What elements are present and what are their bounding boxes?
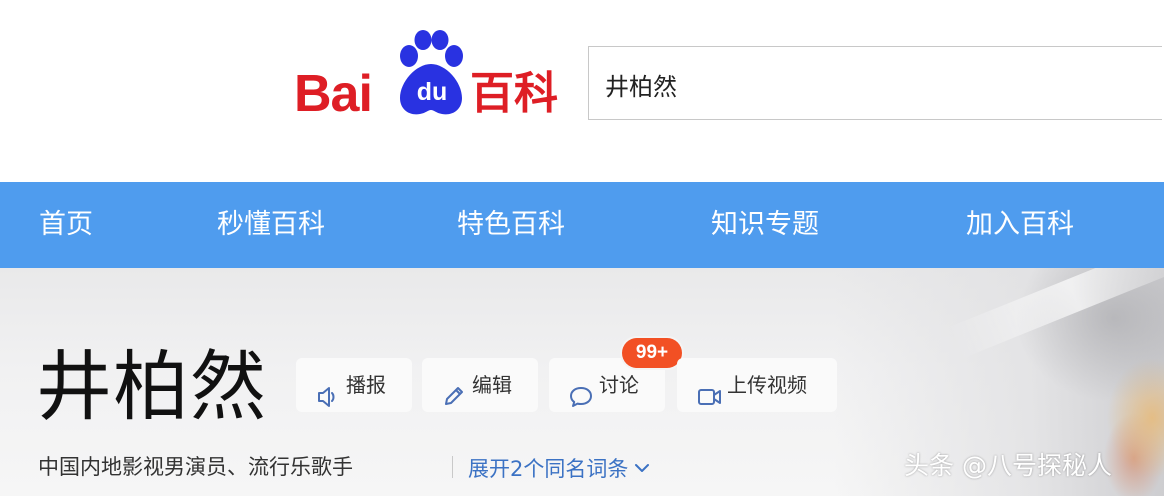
upload-video-label: 上传视频: [727, 373, 807, 397]
entry-title: 井柏然: [36, 342, 267, 431]
broadcast-button[interactable]: 播报: [296, 358, 412, 412]
nav-item-join[interactable]: 加入百科: [966, 182, 1074, 268]
description-divider: [452, 456, 453, 478]
logo-du-text: du: [416, 78, 448, 106]
video-camera-icon: [697, 374, 721, 405]
expand-homonyms-link[interactable]: 展开2个同名词条: [468, 452, 650, 484]
edit-button[interactable]: 编辑: [422, 358, 538, 412]
main-nav: 首页 秒懂百科 特色百科 知识专题 加入百科: [0, 182, 1164, 268]
chat-bubble-icon: [569, 374, 593, 407]
entry-header: 井柏然 播报 编辑 讨论 99+ 上传视频 中国内地影视男演员、流行乐歌手 展开…: [0, 268, 1164, 496]
nav-item-miaodong[interactable]: 秒懂百科: [217, 182, 325, 268]
expand-homonyms-label: 展开2个同名词条: [468, 457, 629, 481]
discussion-count-badge: 99+: [622, 338, 682, 368]
edit-label: 编辑: [472, 373, 512, 397]
nav-item-topics[interactable]: 知识专题: [711, 182, 819, 268]
chevron-down-icon: [634, 452, 650, 472]
broadcast-label: 播报: [346, 373, 386, 397]
logo-bai-text: Bai: [294, 65, 373, 123]
header: Bai du 百科: [0, 0, 1164, 182]
search-box[interactable]: [588, 46, 1162, 120]
pencil-icon: [442, 374, 466, 405]
watermark: 头条 @八号探秘人: [904, 451, 1112, 480]
baidu-baike-logo[interactable]: Bai du 百科: [294, 30, 569, 120]
logo-baike-text: 百科: [470, 68, 558, 119]
search-input[interactable]: [605, 65, 1145, 103]
upload-video-button[interactable]: 上传视频: [677, 358, 837, 412]
nav-item-home[interactable]: 首页: [39, 182, 93, 268]
paw-icon: du: [392, 30, 470, 118]
entry-description: 中国内地影视男演员、流行乐歌手: [38, 455, 353, 479]
speaker-icon: [316, 374, 340, 407]
nav-item-featured[interactable]: 特色百科: [457, 182, 565, 268]
